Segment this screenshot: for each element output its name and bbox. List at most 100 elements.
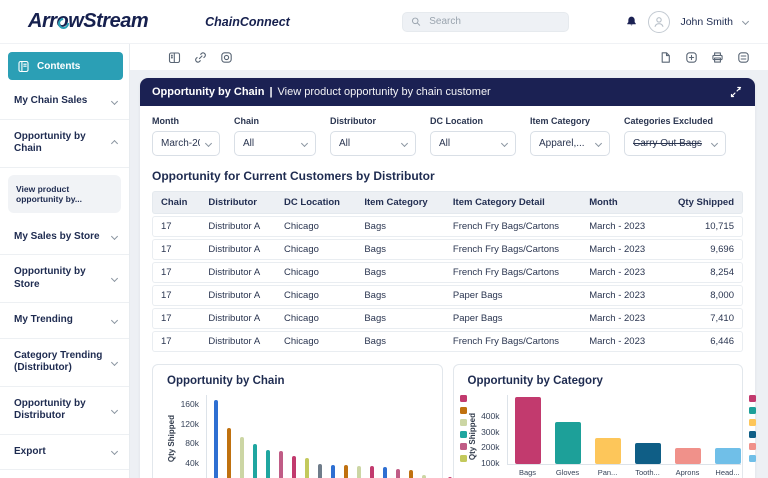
bar[interactable] [715, 448, 741, 464]
bar[interactable] [331, 465, 335, 478]
sidebar-item-label: My Chain Sales [14, 95, 87, 108]
file-icon[interactable] [659, 51, 672, 64]
table-cell: Distributor A [200, 308, 276, 329]
y-axis-label: Qty Shipped [167, 415, 176, 462]
bar[interactable] [227, 428, 231, 478]
bar[interactable] [279, 451, 283, 478]
sidebar-item[interactable]: My Trending [0, 303, 129, 339]
table-row[interactable]: 17Distributor AChicagoBagsFrench Fry Bag… [152, 216, 743, 237]
add-icon[interactable] [685, 51, 698, 64]
table-cell: Paper Bags [445, 308, 581, 329]
column-header[interactable]: Qty Shipped [662, 191, 743, 214]
filter-value: March-2023 [161, 138, 200, 149]
table-row[interactable]: 17Distributor AChicagoBagsFrench Fry Bag… [152, 239, 743, 260]
sidebar-item[interactable]: Opportunity by Chain [0, 120, 129, 168]
search-input[interactable] [427, 15, 560, 28]
chevron-down-icon[interactable] [742, 18, 749, 25]
table-cell: Chicago [276, 239, 356, 260]
sidebar-item[interactable]: Opportunity by Distributor [0, 387, 129, 435]
column-header[interactable]: Distributor [200, 191, 276, 214]
sidebar-item[interactable]: Export [0, 435, 129, 471]
bar[interactable] [675, 448, 701, 464]
filter-value: Apparel,... [539, 138, 585, 149]
contents-book-icon [17, 60, 30, 73]
bar-group [344, 465, 348, 478]
avatar[interactable] [648, 11, 670, 33]
bar[interactable] [292, 456, 296, 478]
chart-title: Opportunity by Chain [167, 375, 432, 387]
table-cell: Paper Bags [445, 285, 581, 306]
filter-select-month[interactable]: March-2023 [152, 131, 220, 156]
column-header[interactable]: Item Category [356, 191, 445, 214]
bar-group [292, 456, 296, 478]
bar[interactable] [370, 466, 374, 478]
column-header[interactable]: Item Category Detail [445, 191, 581, 214]
bar[interactable] [555, 422, 581, 464]
filter-select-dc-location[interactable]: All [430, 131, 516, 156]
sidebar-item[interactable]: Opportunity by Store [0, 255, 129, 303]
table-row[interactable]: 17Distributor AChicagoBagsPaper BagsMarc… [152, 285, 743, 306]
filter-value: All [243, 138, 254, 149]
bar[interactable] [595, 438, 621, 464]
filter-select-distributor[interactable]: All [330, 131, 416, 156]
contents-label: Contents [37, 61, 80, 72]
main-area: Opportunity by Chain | View product oppo… [130, 44, 768, 478]
table-cell: Distributor A [200, 216, 276, 237]
expand-icon[interactable] [729, 85, 743, 99]
bar-group [214, 400, 218, 478]
filter-select-item-category[interactable]: Apparel,... [530, 131, 610, 156]
chevron-down-icon [595, 140, 602, 147]
bar[interactable] [318, 464, 322, 478]
column-header[interactable]: Chain [152, 191, 200, 214]
filter-label: Month [152, 116, 220, 126]
sidebar-item[interactable]: My Chain Sales [0, 84, 129, 120]
table-cell: March - 2023 [581, 262, 661, 283]
notifications-bell-icon[interactable] [625, 15, 638, 29]
table-cell: 17 [152, 331, 200, 352]
filter-select-chain[interactable]: All [234, 131, 316, 156]
print-icon[interactable] [711, 51, 724, 64]
y-tick-label: 300k [481, 428, 499, 437]
table-row[interactable]: 17Distributor AChicagoBagsFrench Fry Bag… [152, 331, 743, 352]
legend-swatch [749, 455, 756, 462]
sidebar-item[interactable]: My Sales by Store [0, 220, 129, 256]
filter-select-categories-excluded[interactable]: Carry Out Bags [624, 131, 726, 156]
snapshot-icon[interactable] [220, 51, 233, 64]
bar[interactable] [253, 444, 257, 478]
sidebar-subitem[interactable]: View product opportunity by... [8, 175, 121, 213]
bar[interactable] [409, 470, 413, 478]
legend-swatch [749, 431, 756, 438]
bar[interactable] [396, 469, 400, 478]
chart-plot: BagsGlovesPan...Tooth...ApronsHead... [507, 395, 741, 465]
chevron-down-icon [111, 98, 118, 105]
bar[interactable] [266, 450, 270, 478]
legend-swatch [749, 395, 756, 402]
bar[interactable] [635, 443, 661, 464]
chevron-down-icon [111, 406, 118, 413]
bar[interactable] [214, 400, 218, 478]
bar[interactable] [357, 466, 361, 478]
column-header[interactable]: Month [581, 191, 661, 214]
link-icon[interactable] [194, 51, 207, 64]
sidebar-item[interactable]: Category Trending (Distributor) [0, 339, 129, 387]
reader-icon[interactable] [168, 51, 181, 64]
bar[interactable] [383, 467, 387, 478]
table-cell: 17 [152, 216, 200, 237]
report-subtitle: View product opportunity by chain custom… [278, 86, 491, 98]
search-box[interactable] [402, 12, 569, 32]
sidebar-item-label: Opportunity by Store [14, 266, 106, 291]
user-name[interactable]: John Smith [680, 16, 733, 28]
summary-icon[interactable] [737, 51, 750, 64]
table-row[interactable]: 17Distributor AChicagoBagsPaper BagsMarc… [152, 308, 743, 329]
chevron-down-icon [111, 358, 118, 365]
bar[interactable] [344, 465, 348, 478]
bar[interactable] [240, 437, 244, 478]
sidebar-contents-header[interactable]: Contents [8, 52, 123, 80]
bar[interactable] [305, 458, 309, 478]
sidebar-item-label: My Sales by Store [14, 231, 100, 244]
table-cell: Distributor A [200, 331, 276, 352]
bar[interactable] [515, 397, 541, 464]
table-cell: French Fry Bags/Cartons [445, 331, 581, 352]
table-row[interactable]: 17Distributor AChicagoBagsFrench Fry Bag… [152, 262, 743, 283]
column-header[interactable]: DC Location [276, 191, 356, 214]
